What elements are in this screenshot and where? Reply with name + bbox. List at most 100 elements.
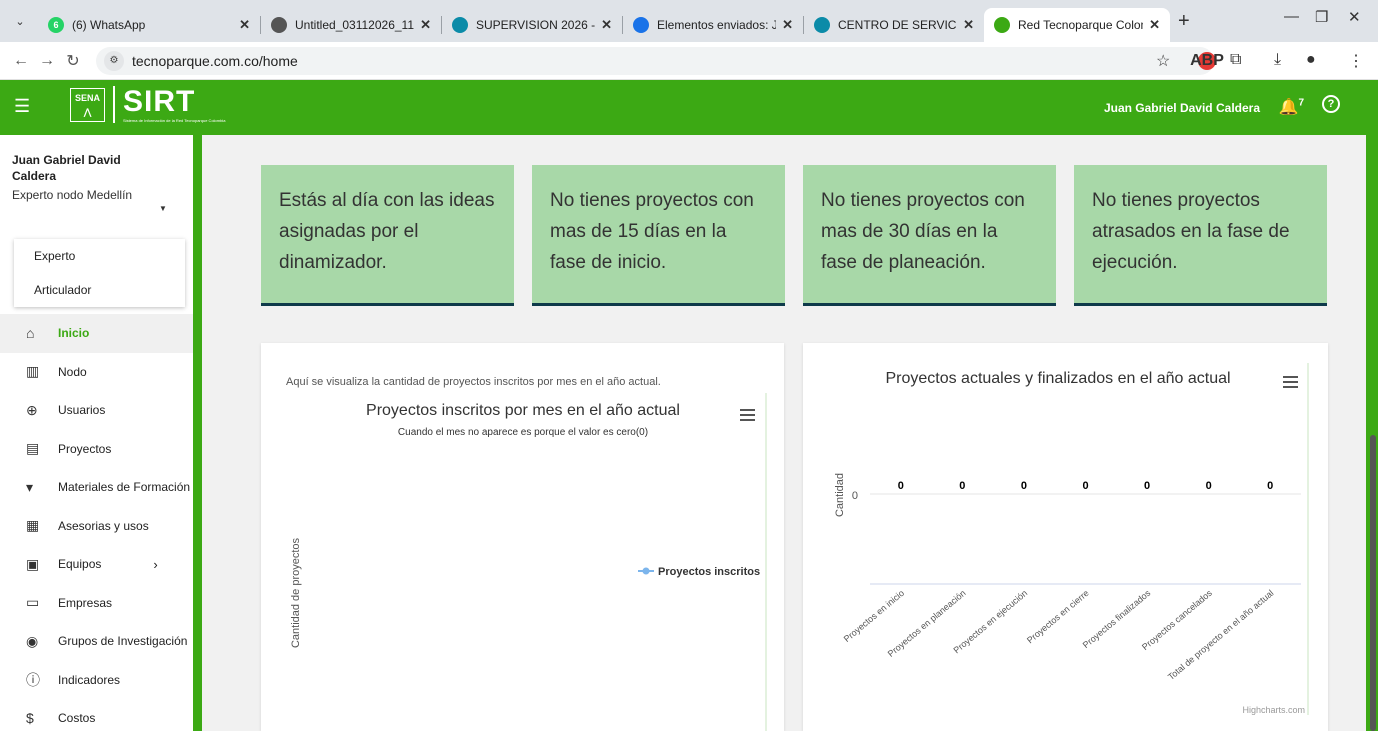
- close-tab-icon[interactable]: ✕: [420, 17, 431, 33]
- research-icon: ◉: [26, 632, 39, 649]
- equipment-icon: ▣: [26, 555, 40, 572]
- x-tick-label: Proyectos finalizados: [1081, 588, 1153, 651]
- chart-menu-icon-bar: [740, 419, 755, 421]
- sidebar-item-label: Proyectos: [58, 441, 112, 456]
- chart-menu-icon-bar: [1283, 381, 1298, 383]
- download-icon[interactable]: ⤓: [1274, 51, 1281, 69]
- tab-title: SUPERVISION 2026 - ADQI: [476, 18, 596, 32]
- sidebar-item-label: Asesorias y usos: [58, 518, 149, 533]
- close-window-icon[interactable]: ✕: [1348, 8, 1361, 26]
- sidebar-item-label: Usuarios: [58, 403, 106, 418]
- data-label: 0: [1082, 480, 1088, 492]
- chart-legend-item[interactable]: Proyectos inscritos: [638, 566, 760, 578]
- sidebar-user-name: Juan Gabriel David Caldera: [12, 153, 121, 183]
- whatsapp-icon: 6: [48, 17, 64, 33]
- help-icon[interactable]: ?: [1322, 95, 1340, 113]
- sidebar-item-label: Equipos: [58, 557, 102, 572]
- site-settings-icon[interactable]: ⚙: [104, 50, 124, 71]
- sidebar-item-asesorias[interactable]: ▦ Asesorias y usos: [0, 507, 193, 546]
- new-tab-icon[interactable]: +: [1178, 10, 1190, 33]
- reload-icon[interactable]: ↻: [60, 51, 86, 71]
- data-label: 0: [1267, 480, 1273, 492]
- x-tick-label: Total de proyecto en el año actual: [1166, 588, 1276, 682]
- data-label: 0: [1144, 480, 1150, 492]
- extensions-icon[interactable]: ⧉: [1230, 51, 1241, 69]
- y-tick-label: 0: [852, 490, 858, 502]
- adblock-icon[interactable]: ABP: [1190, 52, 1224, 70]
- back-icon[interactable]: ←: [8, 52, 34, 70]
- close-tab-icon[interactable]: ✕: [782, 17, 793, 33]
- role-option-experto[interactable]: Experto: [14, 239, 185, 273]
- close-tab-icon[interactable]: ✕: [963, 17, 974, 33]
- chart-title: Proyectos inscritos por mes en el año ac…: [366, 402, 680, 419]
- x-tick-label-group: Proyectos en inicioProyectos en planeaci…: [842, 588, 1276, 682]
- briefcase-icon: ▭: [26, 594, 40, 611]
- building-icon: ▥: [26, 363, 40, 380]
- sidebar-scrollbar[interactable]: [193, 593, 199, 731]
- sidebar-item-inicio[interactable]: ⌂ Inicio: [0, 314, 193, 353]
- sidebar-item-nodo[interactable]: ▥ Nodo: [0, 353, 193, 392]
- advisory-icon: ▦: [26, 517, 40, 534]
- page-scrollbar-thumb[interactable]: [1370, 435, 1376, 731]
- sidebar: Juan Gabriel David Caldera Experto nodo …: [0, 135, 202, 731]
- url-field[interactable]: ⚙ tecnoparque.com.co/home: [96, 46, 1214, 75]
- tecnoparque-icon: [994, 17, 1010, 33]
- chart-title: Proyectos actuales y finalizados en el a…: [885, 370, 1230, 387]
- sidebar-item-empresas[interactable]: ▭ Empresas: [0, 584, 193, 623]
- data-label: 0: [1206, 480, 1212, 492]
- close-tab-icon[interactable]: ✕: [1149, 17, 1160, 33]
- app-header: ☰ SENA ⋀ SIRT Sistema de Información de la…: [0, 80, 1378, 135]
- notification-count: 7: [1298, 97, 1304, 109]
- browser-tab[interactable]: CENTRO DE SERVICIOS Y G ✕: [804, 8, 984, 42]
- sidebar-item-label: Empresas: [58, 595, 113, 610]
- chart-menu-icon-bar: [1283, 386, 1298, 388]
- alert-card-ejecucion: No tienes proyectos atrasados en la fase…: [1074, 165, 1327, 306]
- browser-tab[interactable]: SUPERVISION 2026 - ADQI ✕: [442, 8, 622, 42]
- bookmark-star-icon[interactable]: ☆: [1156, 51, 1170, 71]
- address-bar-row: ← → ↻ ⚙ tecnoparque.com.co/home ☆ ABP ⧉ …: [0, 42, 1378, 80]
- alert-card-planeacion: No tienes proyectos con mas de 30 días e…: [803, 165, 1056, 306]
- header-user-name[interactable]: Juan Gabriel David Caldera: [1104, 101, 1260, 115]
- browser-menu-icon[interactable]: ⋮: [1348, 51, 1364, 71]
- profile-avatar-icon[interactable]: ●: [1306, 51, 1316, 69]
- tab-search-icon[interactable]: ⌄: [6, 7, 34, 35]
- sidebar-item-proyectos[interactable]: ▤ Proyectos: [0, 430, 193, 469]
- close-tab-icon[interactable]: ✕: [601, 17, 612, 33]
- forward-icon[interactable]: →: [34, 52, 60, 70]
- data-label: 0: [898, 480, 904, 492]
- role-dropdown-caret-icon[interactable]: ▼: [159, 204, 167, 213]
- sharepoint-icon: [814, 17, 830, 33]
- restore-icon[interactable]: ❐: [1315, 8, 1328, 26]
- browser-tab[interactable]: Elementos enviados: Juan Gabriel ✕: [623, 8, 803, 42]
- data-label: 0: [959, 480, 965, 492]
- notifications-bell-icon[interactable]: 🔔7: [1279, 97, 1304, 117]
- sidebar-item-equipos[interactable]: ▣ Equipos ›: [0, 545, 193, 584]
- sidebar-item-costos[interactable]: $ Costos: [0, 699, 193, 731]
- browser-tab[interactable]: Untitled_03112026_115141 ✕: [261, 8, 441, 42]
- chart-panel-inscritos: Aquí se visualiza la cantidad de proyect…: [261, 343, 784, 731]
- tab-title: CENTRO DE SERVICIOS Y G: [838, 18, 957, 32]
- chart-menu-icon[interactable]: [740, 409, 755, 421]
- dollar-icon: $: [26, 710, 34, 727]
- sidebar-item-materiales[interactable]: ▾ Materiales de Formación: [0, 468, 193, 507]
- browser-tab-strip: ⌄ 6 (6) WhatsApp ✕ Untitled_03112026_115…: [0, 0, 1378, 42]
- close-tab-icon[interactable]: ✕: [239, 17, 250, 33]
- chart-credit[interactable]: Highcharts.com: [1242, 705, 1305, 715]
- sidebar-item-usuarios[interactable]: ⊕ Usuarios: [0, 391, 193, 430]
- chart-menu-icon[interactable]: [1283, 376, 1298, 388]
- sidebar-item-grupos[interactable]: ◉ Grupos de Investigación: [0, 622, 193, 661]
- outlook-icon: [633, 17, 649, 33]
- projects-icon: ▤: [26, 440, 40, 457]
- sidebar-menu: ⌂ Inicio ▥ Nodo ⊕ Usuarios ▤ Proyectos ▾ Mate…: [0, 314, 193, 731]
- browser-tab[interactable]: 6 (6) WhatsApp ✕: [38, 8, 260, 42]
- minimize-icon[interactable]: —: [1284, 8, 1299, 25]
- sidebar-item-label: Costos: [58, 711, 96, 726]
- sidebar-item-indicadores[interactable]: ⓘ Indicadores: [0, 661, 193, 700]
- browser-tab-active[interactable]: Red Tecnoparque Colombia ✕: [984, 8, 1170, 42]
- sirt-logo[interactable]: SENA ⋀ SIRT Sistema de Información de la R…: [70, 86, 225, 123]
- sidebar-user-role: Experto nodo Medellín: [12, 188, 133, 202]
- home-icon: ⌂: [26, 325, 35, 342]
- chart-panel-proyectos: Proyectos actuales y finalizados en el a…: [803, 343, 1328, 731]
- hamburger-menu-icon[interactable]: ☰: [14, 96, 30, 117]
- role-option-articulador[interactable]: Articulador: [14, 273, 185, 307]
